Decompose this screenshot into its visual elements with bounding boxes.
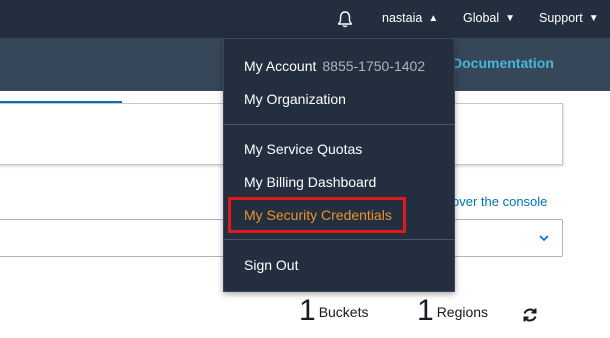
menu-divider [224,124,454,125]
account-dropdown-menu: My Account 8855-1750-1402 My Organization… [223,38,455,292]
console-tour-link[interactable]: over the console [452,194,547,209]
menu-item-my-account[interactable]: My Account 8855-1750-1402 [244,58,425,74]
caret-down-icon: ▼ [588,13,599,24]
page: nastaia ▲ Global ▼ Support ▼ Documentation … [0,0,610,338]
buckets-label: Buckets [318,304,369,320]
region-menu-button[interactable]: Global ▼ [463,11,515,25]
regions-stat: 1 Regions [417,294,488,328]
highlight-annotation-box [228,197,406,233]
caret-up-icon: ▲ [428,13,439,24]
region-label: Global [463,11,500,25]
buckets-count: 1 [299,294,316,327]
regions-label: Regions [436,304,489,320]
user-name: nastaia [382,11,423,25]
user-menu-button[interactable]: nastaia ▲ [382,11,438,25]
top-nav-bar: nastaia ▲ Global ▼ Support ▼ [0,0,610,38]
menu-item-service-quotas[interactable]: My Service Quotas [244,141,362,157]
support-label: Support [539,11,583,25]
my-account-label: My Account [244,58,317,74]
buckets-stat: 1 Buckets [299,294,369,328]
menu-divider [224,239,454,240]
menu-item-my-organization[interactable]: My Organization [244,91,346,107]
refresh-icon[interactable] [521,306,539,324]
bell-icon[interactable] [335,9,355,29]
caret-down-icon: ▼ [505,13,516,24]
support-menu-button[interactable]: Support ▼ [539,11,599,25]
regions-count: 1 [417,294,434,327]
account-id: 8855-1750-1402 [322,58,426,74]
documentation-link[interactable]: Documentation [452,55,554,71]
menu-item-billing-dashboard[interactable]: My Billing Dashboard [244,174,376,190]
chevron-down-icon [539,235,549,242]
menu-item-sign-out[interactable]: Sign Out [244,257,298,273]
